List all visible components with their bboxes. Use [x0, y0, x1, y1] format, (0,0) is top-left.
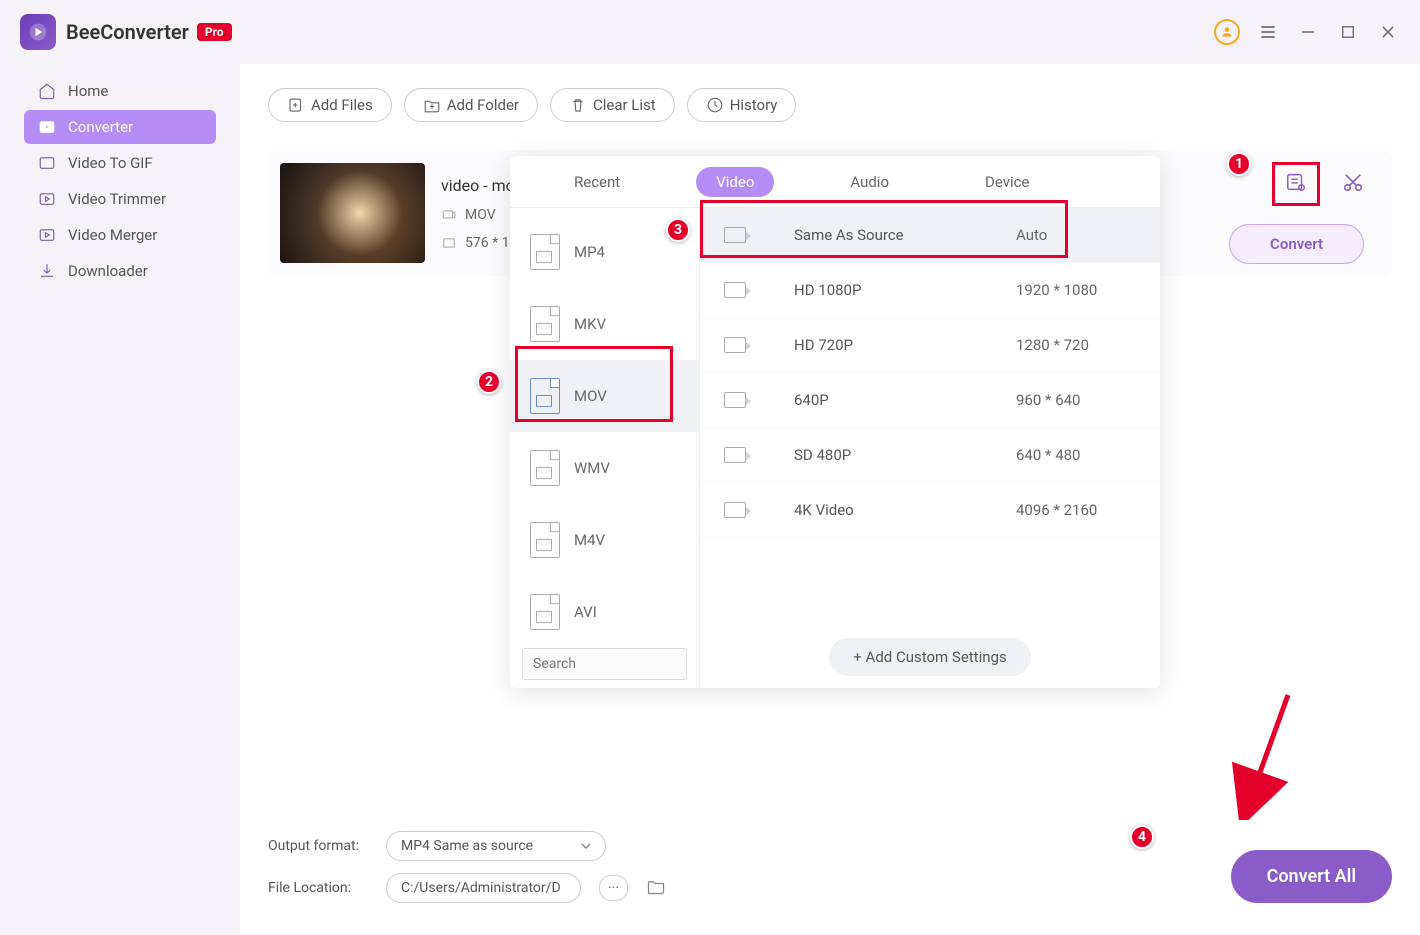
- gif-icon: [38, 154, 56, 172]
- download-icon: [38, 262, 56, 280]
- resolution-480p[interactable]: SD 480P640 * 480: [700, 428, 1160, 483]
- output-format-select[interactable]: MP4 Same as source: [386, 831, 606, 861]
- file-icon: [530, 450, 560, 486]
- hamburger-icon[interactable]: [1256, 20, 1280, 44]
- resolution-1080p[interactable]: HD 1080P1920 * 1080: [700, 263, 1160, 318]
- file-location-input[interactable]: C:/Users/Administrator/D: [386, 873, 581, 903]
- video-icon: [724, 282, 746, 298]
- convert-button[interactable]: Convert: [1229, 224, 1364, 264]
- toolbar: Add Files Add Folder Clear List History: [240, 64, 1420, 122]
- resolution-720p[interactable]: HD 720P1280 * 720: [700, 318, 1160, 373]
- video-icon: [724, 392, 746, 408]
- converter-icon: [38, 118, 56, 136]
- btn-label: Add Folder: [447, 96, 519, 114]
- home-icon: [38, 82, 56, 100]
- btn-label: History: [730, 96, 778, 114]
- file-format: MOV: [465, 207, 496, 223]
- file-location-label: File Location:: [268, 880, 368, 896]
- chevron-down-icon: [581, 841, 591, 851]
- format-avi[interactable]: AVI: [510, 576, 699, 648]
- convert-all-button[interactable]: Convert All: [1231, 850, 1392, 903]
- format-popup: Recent Video Audio Device MP4 MKV MOV WM…: [510, 156, 1160, 688]
- nav-label: Video To GIF: [68, 154, 153, 172]
- format-wmv[interactable]: WMV: [510, 432, 699, 504]
- annotation-3: 3: [666, 218, 690, 242]
- annotation-1: 1: [1227, 152, 1251, 176]
- sidebar-item-merger[interactable]: Video Merger: [24, 218, 216, 252]
- file-icon: [530, 306, 560, 342]
- tab-recent[interactable]: Recent: [554, 167, 640, 197]
- user-icon[interactable]: [1214, 19, 1240, 45]
- video-icon: [724, 227, 746, 243]
- close-button[interactable]: [1376, 20, 1400, 44]
- add-folder-button[interactable]: Add Folder: [404, 88, 538, 122]
- footer: Output format: MP4 Same as source File L…: [240, 831, 1420, 935]
- video-thumbnail[interactable]: [280, 163, 425, 263]
- output-format-label: Output format:: [268, 838, 368, 854]
- sidebar: Home Converter Video To GIF Video Trimme…: [0, 64, 240, 935]
- trimmer-icon: [38, 190, 56, 208]
- format-settings-button[interactable]: [1272, 162, 1320, 206]
- history-button[interactable]: History: [687, 88, 797, 122]
- titlebar: BeeConverter Pro: [0, 0, 1420, 64]
- nav-label: Video Trimmer: [68, 190, 166, 208]
- add-custom-button[interactable]: + Add Custom Settings: [829, 638, 1030, 676]
- trim-icon[interactable]: [1342, 171, 1364, 197]
- annotation-2: 2: [477, 370, 501, 394]
- sidebar-item-gif[interactable]: Video To GIF: [24, 146, 216, 180]
- nav-label: Downloader: [68, 262, 148, 280]
- sidebar-item-downloader[interactable]: Downloader: [24, 254, 216, 288]
- tab-video[interactable]: Video: [696, 167, 774, 197]
- tab-device[interactable]: Device: [965, 167, 1049, 197]
- minimize-button[interactable]: [1296, 20, 1320, 44]
- format-m4v[interactable]: M4V: [510, 504, 699, 576]
- open-folder-icon[interactable]: [646, 876, 666, 900]
- app-logo: [20, 14, 56, 50]
- add-files-button[interactable]: Add Files: [268, 88, 392, 122]
- sidebar-item-trimmer[interactable]: Video Trimmer: [24, 182, 216, 216]
- sidebar-item-home[interactable]: Home: [24, 74, 216, 108]
- app-name: BeeConverter: [66, 20, 189, 44]
- resolution-640p[interactable]: 640P960 * 640: [700, 373, 1160, 428]
- sidebar-item-converter[interactable]: Converter: [24, 110, 216, 144]
- file-icon: [530, 378, 560, 414]
- location-more-button[interactable]: ···: [599, 875, 628, 901]
- btn-label: Clear List: [593, 96, 656, 114]
- file-icon: [530, 234, 560, 270]
- format-search-input[interactable]: [522, 648, 687, 680]
- video-icon: [724, 447, 746, 463]
- video-icon: [724, 337, 746, 353]
- tab-audio[interactable]: Audio: [830, 167, 909, 197]
- nav-label: Converter: [68, 118, 133, 136]
- annotation-arrow: [1228, 690, 1308, 820]
- annotation-4: 4: [1130, 825, 1154, 849]
- file-dims: 576 * 1: [465, 235, 509, 251]
- maximize-button[interactable]: [1336, 20, 1360, 44]
- pro-badge: Pro: [197, 23, 232, 41]
- format-mkv[interactable]: MKV: [510, 288, 699, 360]
- file-icon: [530, 594, 560, 630]
- merger-icon: [38, 226, 56, 244]
- clear-list-button[interactable]: Clear List: [550, 88, 675, 122]
- resolution-same-as-source[interactable]: Same As SourceAuto: [700, 208, 1160, 263]
- btn-label: Add Files: [311, 96, 373, 114]
- video-icon: [724, 502, 746, 518]
- resolution-4k[interactable]: 4K Video4096 * 2160: [700, 483, 1160, 538]
- nav-label: Video Merger: [68, 226, 157, 244]
- nav-label: Home: [68, 82, 108, 100]
- file-icon: [530, 522, 560, 558]
- format-mov[interactable]: MOV: [510, 360, 699, 432]
